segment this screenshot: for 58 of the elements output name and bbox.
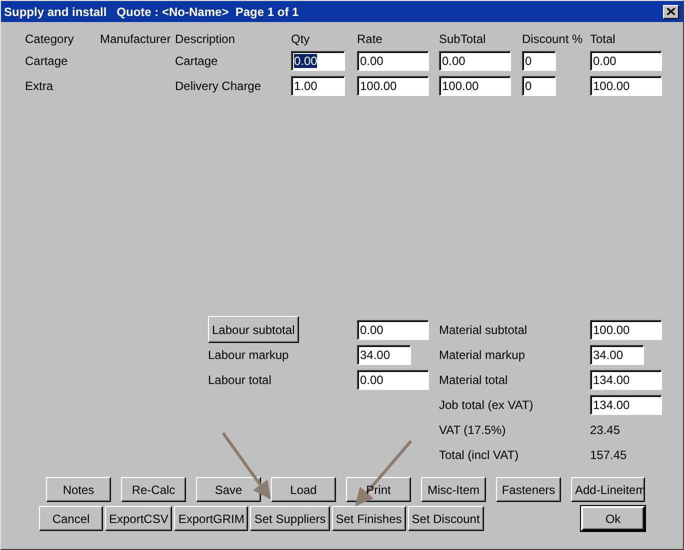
column-header: Rate (357, 32, 384, 46)
column-header: Manufacturer (100, 32, 172, 46)
input-field[interactable]: 0.00 (357, 320, 429, 340)
column-header: Total (590, 32, 616, 46)
dialog-button[interactable]: Set Suppliers (250, 506, 330, 531)
value-text: 157.45 (590, 448, 628, 462)
annotation-arrow (355, 440, 412, 506)
input-field[interactable]: 1.00 (291, 76, 345, 96)
input-field[interactable]: 0.00 (291, 51, 345, 71)
dialog-button[interactable]: ExportGRIM (174, 506, 248, 531)
input-field[interactable]: 0 (522, 76, 556, 96)
input-field[interactable]: 0.00 (357, 51, 429, 71)
input-field[interactable]: 100.00 (590, 76, 662, 96)
dialog-button[interactable]: Load (271, 477, 336, 502)
dialog-button[interactable]: Notes (46, 477, 111, 502)
material-label: VAT (17.5%) (439, 422, 507, 436)
material-label: Total (incl VAT) (439, 448, 520, 462)
close-button[interactable] (663, 4, 679, 18)
material-label: Job total (ex VAT) (439, 398, 534, 412)
dialog-button[interactable]: Fasteners (496, 477, 561, 502)
dialog-button[interactable]: Save (196, 477, 261, 502)
column-header: Category (25, 32, 75, 46)
dialog-button[interactable]: Re-Calc (121, 477, 186, 502)
dialog-button[interactable]: Cancel (39, 506, 103, 531)
input-field[interactable]: 0 (522, 51, 556, 71)
labour-label: Labour markup (208, 348, 290, 362)
dialog-button[interactable]: Ok (581, 506, 645, 531)
dialog-button[interactable]: ExportCSV (105, 506, 172, 531)
description-text: Delivery Charge (175, 79, 262, 93)
category-text: Extra (25, 79, 54, 93)
category-text: Cartage (25, 54, 69, 68)
column-header: SubTotal (439, 32, 487, 46)
dialog-button[interactable]: Misc-Item (421, 477, 486, 502)
column-header: Description (175, 32, 236, 46)
input-field[interactable]: 134.00 (590, 394, 662, 414)
value-text: 23.45 (590, 422, 622, 436)
input-field[interactable]: 34.00 (357, 344, 411, 364)
column-header: Qty (291, 32, 311, 46)
input-field[interactable]: 134.00 (590, 370, 662, 390)
column-header: Discount % (522, 32, 584, 46)
dialog-button[interactable]: Set Discount (408, 506, 484, 531)
labour-label: Labour total (208, 372, 272, 386)
description-text: Cartage (175, 54, 219, 68)
dialog-button[interactable]: Add-Lineitem (571, 477, 645, 502)
input-field[interactable]: 100.00 (439, 76, 511, 96)
close-icon (667, 8, 675, 15)
material-label: Material subtotal (439, 322, 528, 336)
input-field[interactable]: 100.00 (357, 76, 429, 96)
dialog-button[interactable]: Set Finishes (332, 506, 406, 531)
material-label: Material total (439, 372, 509, 386)
material-label: Material markup (439, 348, 526, 362)
labour-subtotal-button[interactable]: Labour subtotal (208, 316, 299, 343)
input-field[interactable]: 34.00 (590, 344, 644, 364)
window-title: Supply and install Quote : <No-Name> Page 1 of 1 (4, 4, 299, 18)
input-field[interactable]: 0.00 (590, 51, 662, 71)
input-field[interactable]: 0.00 (357, 370, 429, 390)
input-field[interactable]: 0.00 (439, 51, 511, 71)
input-field[interactable]: 100.00 (590, 320, 662, 340)
